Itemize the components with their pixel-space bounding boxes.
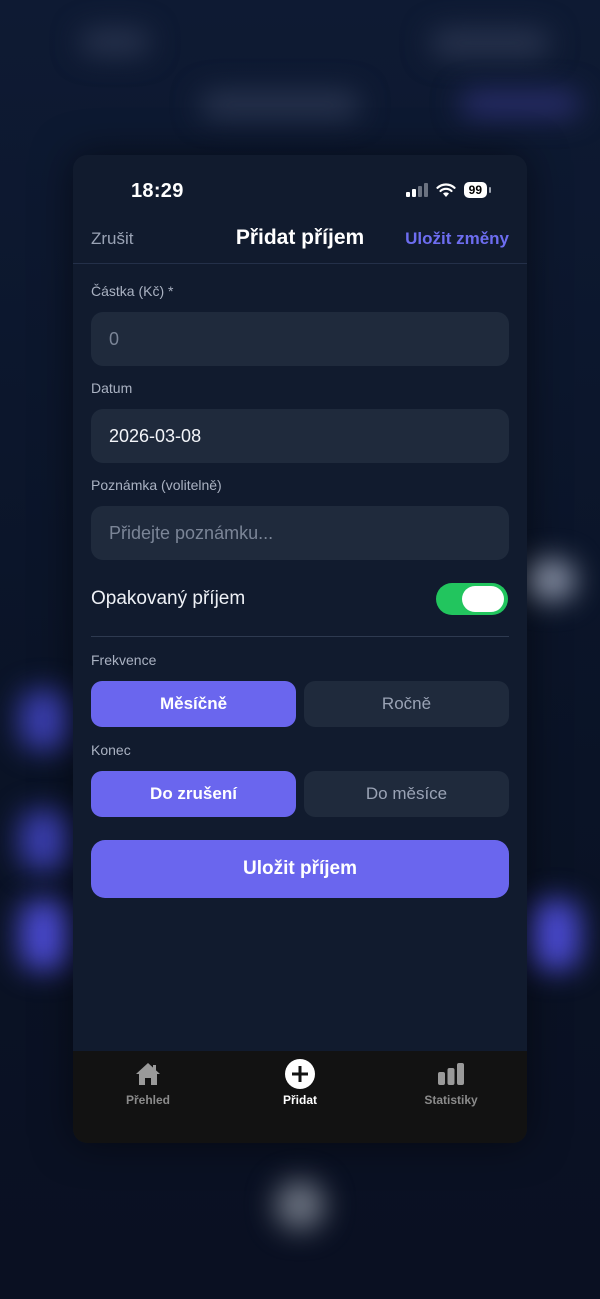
- status-time: 18:29: [131, 180, 184, 202]
- tab-bar: Přehled Přidat Statistiky: [73, 1051, 527, 1143]
- tab-add-label: Přidat: [282, 1093, 317, 1107]
- tab-statistics-label: Statistiky: [424, 1093, 478, 1107]
- status-bar: 18:29 99: [73, 155, 527, 229]
- signal-icon: [405, 183, 428, 197]
- wifi-icon: [436, 182, 456, 197]
- date-label: Datum: [91, 380, 133, 396]
- background-blob: [525, 560, 575, 600]
- navigation-bar: Zrušit Přidat příjem Uložit změny: [73, 219, 527, 264]
- background-blob: [200, 92, 360, 118]
- status-icons: 99: [405, 182, 492, 198]
- recurring-toggle[interactable]: [436, 583, 508, 615]
- home-icon: [133, 1059, 163, 1089]
- tab-overview[interactable]: Přehled: [88, 1059, 208, 1107]
- date-input[interactable]: 2026-03-08: [91, 409, 509, 463]
- save-income-button[interactable]: Uložit příjem: [91, 840, 509, 898]
- frequency-yearly-option[interactable]: Ročně: [304, 681, 509, 727]
- end-until-month-option[interactable]: Do měsíce: [304, 771, 509, 817]
- background-blob: [20, 810, 70, 870]
- tab-add[interactable]: Přidat: [240, 1059, 360, 1107]
- end-until-cancel-option[interactable]: Do zrušení: [91, 771, 296, 817]
- bar-chart-icon: [436, 1059, 466, 1089]
- amount-label: Částka (Kč) *: [91, 283, 174, 299]
- tab-overview-label: Přehled: [125, 1093, 170, 1107]
- background-blob: [460, 92, 580, 116]
- background-blob: [80, 30, 150, 54]
- note-input[interactable]: Přidejte poznámku...: [91, 506, 509, 560]
- divider: [91, 636, 509, 637]
- frequency-label: Frekvence: [91, 652, 157, 668]
- recurring-label: Opakovaný příjem: [91, 588, 246, 609]
- frequency-monthly-option[interactable]: Měsíčně: [91, 681, 296, 727]
- toggle-knob: [462, 586, 504, 612]
- tab-statistics[interactable]: Statistiky: [391, 1059, 511, 1107]
- battery-indicator: 99: [463, 182, 492, 198]
- plus-circle-icon: [285, 1059, 315, 1089]
- amount-input[interactable]: 0: [91, 312, 509, 366]
- add-income-sheet: 18:29 99 Zrušit Přidat příjem Uložit změ…: [73, 155, 527, 1143]
- note-label: Poznámka (volitelně): [91, 477, 222, 493]
- background-blob: [430, 30, 550, 56]
- background-blob: [20, 690, 70, 750]
- end-label: Konec: [91, 742, 131, 758]
- save-changes-button[interactable]: Uložit změny: [405, 229, 509, 249]
- background-blob: [20, 900, 70, 970]
- background-blob: [275, 1180, 325, 1230]
- background-blob: [530, 900, 580, 970]
